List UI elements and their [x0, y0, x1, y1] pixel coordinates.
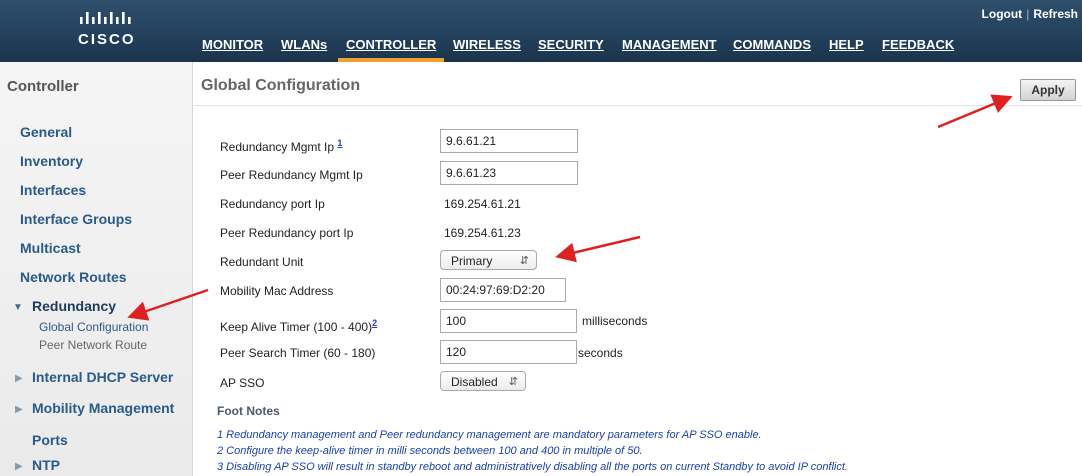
cisco-wordmark: cisco [78, 31, 136, 48]
annotation-arrow-apply [937, 94, 1013, 129]
redundancy-mgmt-ip-input[interactable] [440, 129, 578, 153]
page-title: Global Configuration [201, 77, 361, 94]
sidebar-subitem-peer-network-route[interactable]: Peer Network Route [39, 338, 147, 352]
wlc-window: cisco Logout | Refresh MONITOR WLANs CONTR… [0, 0, 1082, 476]
redundancy-mgmt-ip-label-text: Redundancy Mgmt Ip [220, 140, 335, 154]
top-header: cisco Logout | Refresh MONITOR WLANs CONTR… [0, 0, 1082, 62]
footnotes-heading: Foot Notes [217, 404, 280, 418]
nav-wireless[interactable]: WIRELESS [453, 37, 521, 62]
peer-search-timer-unit: seconds [578, 346, 623, 360]
apply-button[interactable]: Apply [1020, 79, 1076, 101]
nav-feedback[interactable]: FEEDBACK [882, 37, 954, 62]
footnote-1: 1 Redundancy management and Peer redunda… [217, 429, 762, 441]
nav-security[interactable]: SECURITY [538, 37, 604, 62]
keep-alive-timer-label-text: Keep Alive Timer (100 - 400) [220, 320, 373, 334]
select-arrows-icon: ⇵ [508, 376, 518, 388]
keep-alive-timer-input[interactable] [440, 309, 577, 333]
redundant-unit-select[interactable]: Primary ⇵ [440, 250, 537, 270]
nav-commands[interactable]: COMMANDS [733, 37, 811, 62]
sidebar-item-redundancy[interactable]: Redundancy [32, 298, 116, 314]
link-separator: | [1026, 7, 1030, 21]
peer-redundancy-mgmt-ip-input[interactable] [440, 161, 578, 185]
keep-alive-timer-label: Keep Alive Timer (100 - 400)2 [220, 318, 377, 334]
sidebar-subitem-global-configuration[interactable]: Global Configuration [39, 320, 148, 334]
redundant-unit-label: Redundant Unit [220, 255, 304, 269]
ap-sso-label: AP SSO [220, 376, 265, 390]
redundancy-port-ip-value: 169.254.61.21 [444, 197, 521, 211]
refresh-link[interactable]: Refresh [1033, 7, 1078, 21]
sidebar-item-ports[interactable]: Ports [32, 432, 68, 448]
expanded-triangle-icon[interactable]: ▼ [13, 302, 23, 313]
peer-search-timer-input[interactable] [440, 340, 577, 364]
peer-redundancy-port-ip-label: Peer Redundancy port Ip [220, 226, 354, 240]
peer-redundancy-port-ip-value: 169.254.61.23 [444, 226, 521, 240]
sidebar-item-mobility-management[interactable]: Mobility Management [32, 400, 174, 416]
peer-search-timer-label: Peer Search Timer (60 - 180) [220, 346, 376, 360]
footnote-link-2[interactable]: 2 [372, 318, 377, 328]
ap-sso-select[interactable]: Disabled ⇵ [440, 371, 526, 391]
select-arrows-icon: ⇵ [519, 255, 529, 267]
logout-link[interactable]: Logout [982, 7, 1023, 21]
sidebar-item-interfaces[interactable]: Interfaces [20, 182, 86, 198]
collapsed-triangle-icon[interactable]: ▶ [15, 461, 23, 472]
footnote-2: 2 Configure the keep-alive timer in mill… [217, 445, 643, 457]
redundancy-port-ip-label: Redundancy port Ip [220, 197, 325, 211]
annotation-arrow-redundant-unit [555, 235, 641, 263]
sidebar-item-interface-groups[interactable]: Interface Groups [20, 211, 132, 227]
mobility-mac-address-label: Mobility Mac Address [220, 284, 334, 298]
top-links: Logout | Refresh [982, 7, 1078, 21]
nav-help[interactable]: HELP [829, 37, 864, 62]
sidebar-item-general[interactable]: General [20, 124, 72, 140]
sidebar: Controller General Inventory Interfaces … [0, 62, 193, 476]
nav-controller[interactable]: CONTROLLER [337, 37, 445, 62]
sidebar-item-network-routes[interactable]: Network Routes [20, 269, 127, 285]
keep-alive-timer-unit: milliseconds [582, 314, 648, 328]
sidebar-title: Controller [7, 78, 79, 95]
mobility-mac-address-input[interactable] [440, 278, 566, 302]
nav-monitor[interactable]: MONITOR [202, 37, 263, 62]
redundancy-mgmt-ip-label: Redundancy Mgmt Ip 1 [220, 138, 342, 154]
title-divider [194, 105, 1082, 106]
sidebar-item-multicast[interactable]: Multicast [20, 240, 81, 256]
sidebar-item-inventory[interactable]: Inventory [20, 153, 83, 169]
collapsed-triangle-icon[interactable]: ▶ [15, 404, 23, 415]
sidebar-item-ntp[interactable]: NTP [32, 457, 60, 473]
nav-management[interactable]: MANAGEMENT [622, 37, 717, 62]
sidebar-item-internal-dhcp-server[interactable]: Internal DHCP Server [32, 369, 173, 385]
redundant-unit-selected: Primary [451, 254, 493, 268]
footnote-3: 3 Disabling AP SSO will result in standb… [217, 461, 848, 473]
nav-wlans[interactable]: WLANs [281, 37, 327, 62]
ap-sso-selected: Disabled [451, 375, 498, 389]
collapsed-triangle-icon[interactable]: ▶ [15, 373, 23, 384]
footnote-link-1[interactable]: 1 [337, 138, 342, 148]
peer-redundancy-mgmt-ip-label: Peer Redundancy Mgmt Ip [220, 168, 363, 182]
